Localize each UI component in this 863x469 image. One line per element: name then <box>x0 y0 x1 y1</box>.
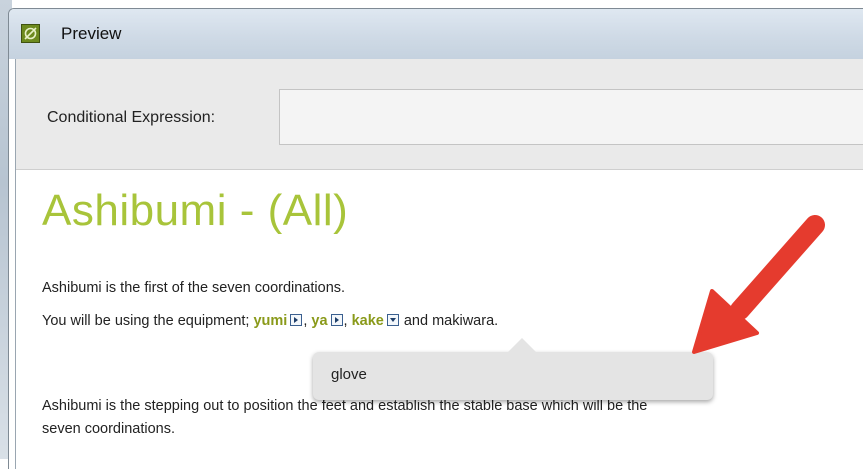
title-bar[interactable]: Preview <box>9 9 863 59</box>
conditional-expression-bar: Conditional Expression: <box>16 59 863 170</box>
preview-content: Ashibumi - (All) Ashibumi is the first o… <box>16 170 863 469</box>
paragraph-2: You will be using the equipment; yumi, y… <box>42 313 498 329</box>
conditional-expression-label: Conditional Expression: <box>47 109 216 126</box>
paragraph-4: seven coordinations. <box>42 421 175 437</box>
window-title: Preview <box>61 24 122 43</box>
paragraph-2-suffix: and makiwara. <box>399 313 499 329</box>
popup-pointer <box>508 338 536 352</box>
expand-right-icon[interactable] <box>330 314 343 326</box>
keyword-yumi[interactable]: yumi <box>253 313 287 329</box>
popup-item-glove[interactable]: glove <box>331 366 367 383</box>
expand-right-icon[interactable] <box>290 314 303 326</box>
expand-down-icon[interactable] <box>386 314 399 326</box>
keyword-ya[interactable]: ya <box>311 313 327 329</box>
paragraph-3: Ashibumi is the stepping out to position… <box>42 398 648 414</box>
preview-app-icon <box>21 24 40 43</box>
paragraph-1: Ashibumi is the first of the seven coord… <box>42 280 346 296</box>
paragraph-2-prefix: You will be using the equipment; <box>42 313 254 329</box>
preview-frame: Conditional Expression: Ashibumi - (All)… <box>15 59 863 469</box>
conditional-expression-input[interactable] <box>279 89 863 145</box>
separator: , <box>343 313 352 329</box>
keyword-kake[interactable]: kake <box>352 313 384 329</box>
topic-heading: Ashibumi - (All) <box>42 186 349 235</box>
dropdown-popup: glove <box>313 338 713 400</box>
